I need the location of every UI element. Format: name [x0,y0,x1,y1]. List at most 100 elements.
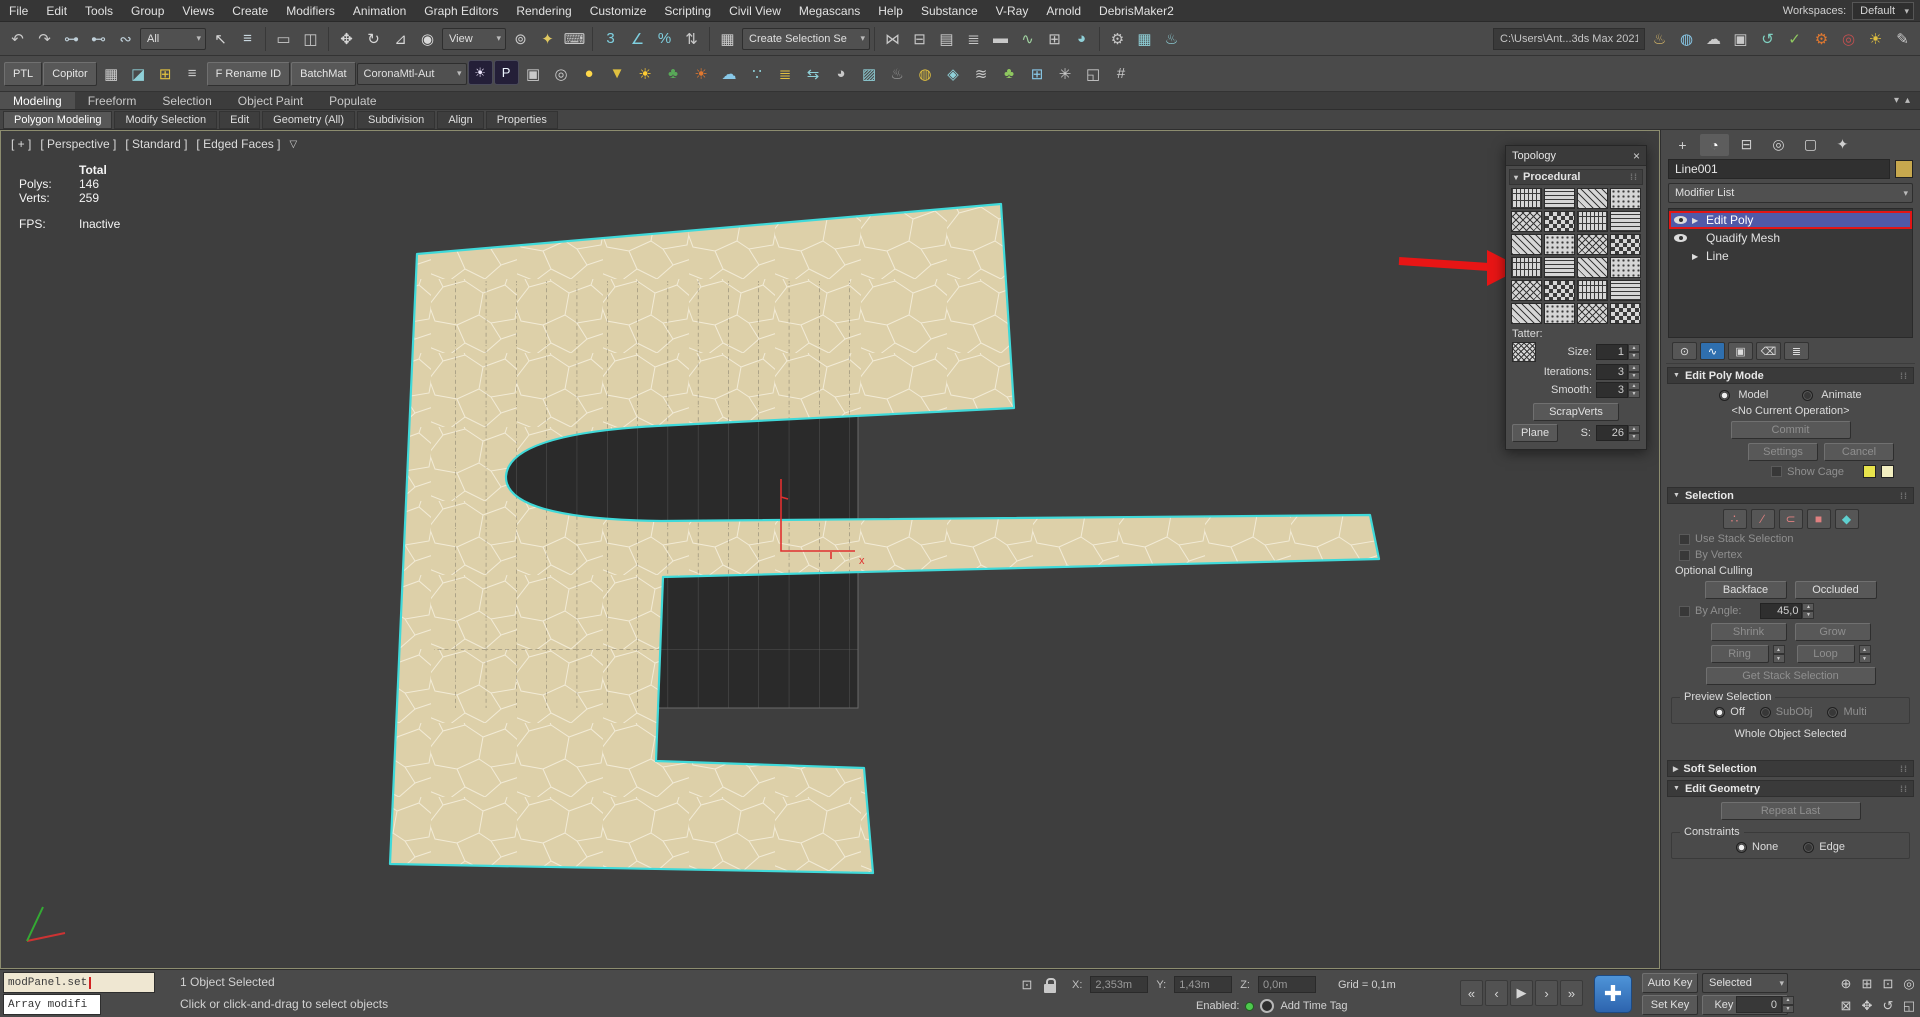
border-subobject-icon[interactable]: ⊂ [1779,509,1803,529]
project-path-field[interactable] [1493,28,1645,50]
display-panel-tab-icon[interactable]: ▢ [1796,134,1825,156]
sun-light-icon[interactable]: ☀ [632,60,659,87]
spinner-down-icon[interactable] [1628,390,1640,398]
constraints-edge-radio[interactable] [1803,842,1814,853]
render-production-icon[interactable]: ♨ [1158,25,1185,52]
proxy-icon[interactable]: ◈ [940,60,967,87]
z-coordinate-field[interactable] [1258,976,1316,993]
create-panel-tab-icon[interactable]: + [1668,134,1697,156]
ribbon-section-button[interactable]: Modify Selection [114,111,217,129]
check-icon[interactable]: ✓ [1781,25,1808,52]
viewport-canvas[interactable]: x [1,131,1659,968]
pin-stack-icon[interactable]: ⊙ [1672,342,1697,360]
rail-clone-icon[interactable]: ⊞ [1024,60,1051,87]
make-unique-icon[interactable]: ▣ [1728,342,1753,360]
scrapverts-button[interactable]: ScrapVerts [1533,403,1619,421]
object-name-field[interactable] [1668,159,1890,179]
close-icon[interactable]: × [1633,149,1640,163]
topology-pattern-19[interactable] [1577,280,1608,301]
topology-pattern-03[interactable] [1577,188,1608,209]
menu-item[interactable]: Tools [76,0,122,21]
vertex-subobject-icon[interactable]: ∴ [1723,509,1747,529]
lightmeter-icon[interactable]: ☀ [1862,25,1889,52]
mirror-icon[interactable]: ⋈ [879,25,906,52]
align-icon[interactable]: ⊟ [906,25,933,52]
activeshade-icon[interactable]: ◍ [1673,25,1700,52]
edit-poly-mode-header[interactable]: Edit Poly Mode [1667,367,1914,384]
curve-editor-icon[interactable]: ∿ [1014,25,1041,52]
edit-geometry-header[interactable]: Edit Geometry [1667,780,1914,797]
topology-pattern-10[interactable] [1544,234,1575,255]
modifier-visibility-icon[interactable] [1674,216,1687,224]
paint-connect-icon[interactable]: ▦ [98,60,125,87]
topology-pattern-14[interactable] [1544,257,1575,278]
tree-icon[interactable]: ♣ [660,60,687,87]
topology-pattern-15[interactable] [1577,257,1608,278]
toggle-layer-explorer-icon[interactable]: ≣ [960,25,987,52]
ptl-button[interactable]: PTL [4,62,42,86]
bind-to-space-warp-icon[interactable]: ∾ [112,25,139,52]
corona-render-icon[interactable]: ☀ [468,60,493,85]
undo-icon[interactable]: ↶ [4,25,31,52]
select-and-place-icon[interactable]: ◉ [414,25,441,52]
spinner-up-icon[interactable] [1628,344,1640,352]
symmetry-tool-icon[interactable]: ◪ [125,60,152,87]
element-subobject-icon[interactable]: ◆ [1835,509,1859,529]
maxscript-mini-listener-macro[interactable]: modPanel.set [3,972,155,993]
menu-item[interactable]: Group [122,0,173,21]
refresh-icon[interactable]: ↺ [1754,25,1781,52]
schematic-view-icon[interactable]: ⊞ [1041,25,1068,52]
scatter-icon[interactable]: ∵ [744,60,771,87]
menu-item[interactable]: File [0,0,37,21]
ribbon-tab[interactable]: Modeling [0,92,75,109]
select-object-icon[interactable]: ↖ [207,25,234,52]
topology-pattern-12[interactable] [1610,234,1641,255]
menu-item[interactable]: Modifiers [277,0,344,21]
play-animation-button[interactable]: ▶ [1510,980,1533,1006]
batchmat-button[interactable]: BatchMat [291,62,355,86]
ribbon-section-button[interactable]: Properties [486,111,558,129]
copitor-button[interactable]: Copitor [43,62,96,86]
spinner-down-icon[interactable] [1628,433,1640,441]
modifier-stack-item-quadify-mesh[interactable]: Quadify Mesh [1669,229,1912,247]
ribbon-minimize-icon[interactable]: ▴ [1905,95,1910,106]
measure-icon[interactable]: # [1108,60,1135,87]
rendered-frame-window-icon[interactable]: ▦ [1131,25,1158,52]
select-and-scale-icon[interactable]: ⊿ [387,25,414,52]
spinner-up-icon[interactable] [1628,364,1640,372]
reference-coordinate-dropdown[interactable]: View [442,28,506,50]
select-and-move-icon[interactable]: ✥ [333,25,360,52]
viewport-shading-menu-2[interactable]: [ Edged Faces ] [196,137,280,151]
ribbon-tab[interactable]: Selection [149,92,224,109]
ribbon-section-button[interactable]: Geometry (All) [262,111,355,129]
zoom-region-icon[interactable]: ⊠ [1836,995,1856,1016]
modify-panel-tab-icon[interactable]: ◔ [1700,134,1729,156]
animate-radio[interactable] [1802,390,1813,401]
topology-pattern-24[interactable] [1610,303,1641,324]
topology-pattern-22[interactable] [1544,303,1575,324]
go-to-start-button[interactable]: « [1460,980,1483,1006]
spinner-down-icon[interactable] [1628,352,1640,360]
camera-icon[interactable]: ▣ [520,60,547,87]
toggle-scene-explorer-icon[interactable]: ▤ [933,25,960,52]
spinner-down-icon[interactable] [1782,1005,1794,1014]
selection-filter-dropdown[interactable]: All [140,28,206,50]
plane-button[interactable]: Plane [1512,424,1558,442]
modifier-list-dropdown[interactable]: Modifier List [1668,183,1913,203]
topology-pattern-23[interactable] [1577,303,1608,324]
selection-lock-toggle-icon[interactable] [1044,984,1056,993]
cage-color-swatch[interactable] [1863,465,1876,478]
perspective-viewport[interactable]: x [ + ] [ Perspective ] [ Standard ] [ E… [0,130,1660,969]
size-spinner[interactable]: 1 [1596,344,1640,360]
expand-arrow-icon[interactable]: ▶ [1692,252,1701,261]
viewport-pov-menu[interactable]: [ Perspective ] [40,137,116,151]
menu-item[interactable]: DebrisMaker2 [1090,0,1183,21]
select-by-name-icon[interactable]: ≡ [234,25,261,52]
topology-pattern-11[interactable] [1577,234,1608,255]
render-iterative-icon[interactable]: ♨ [1646,25,1673,52]
sphere-light-icon[interactable]: ◍ [912,60,939,87]
material-editor-icon[interactable]: ◕ [1068,25,1095,52]
pan-view-icon[interactable]: ✥ [1857,995,1877,1016]
menu-item[interactable]: Rendering [507,0,580,21]
current-frame-field[interactable] [1736,996,1782,1013]
